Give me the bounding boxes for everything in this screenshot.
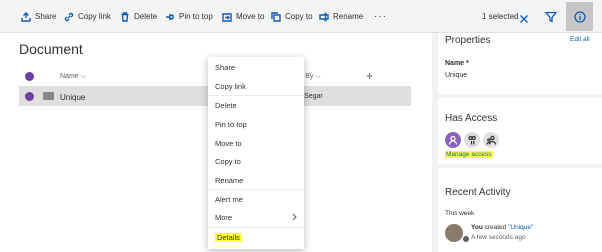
access-avatar-owner[interactable] — [445, 132, 461, 148]
row-name[interactable]: Unique — [60, 93, 85, 102]
close-icon — [520, 15, 528, 23]
column-header-name-label: Name — [60, 73, 79, 80]
activity-actor: You — [471, 224, 483, 231]
filter-icon — [544, 11, 558, 23]
command-bar: Share Copy link Delete Pin to top Move t… — [0, 0, 602, 33]
details-pane-button[interactable] — [566, 2, 593, 31]
menu-item-move-to[interactable]: Move to — [208, 134, 304, 152]
pin-to-top-command-label: Pin to top — [179, 12, 213, 21]
clear-selection-button[interactable] — [519, 11, 529, 23]
activity-timestamp: A few seconds ago — [471, 234, 526, 241]
trash-icon — [121, 11, 129, 22]
menu-item-alert-me-label: Alert me — [215, 194, 243, 204]
avatar — [445, 224, 463, 242]
share-command[interactable]: Share — [21, 0, 56, 33]
person-icon — [448, 135, 458, 145]
access-avatar-visitors[interactable] — [483, 132, 499, 148]
select-all-checkbox[interactable] — [25, 72, 34, 81]
delete-command-label: Delete — [134, 12, 158, 21]
menu-item-rename-label: Rename — [215, 175, 244, 185]
activity-description: You created "Unique" — [471, 224, 533, 231]
move-icon — [222, 12, 232, 22]
rename-command[interactable]: Rename — [319, 0, 363, 33]
recent-activity-title: Recent Activity — [445, 187, 511, 198]
delete-command[interactable]: Delete — [120, 0, 157, 33]
menu-item-alert-me[interactable]: Alert me — [208, 190, 304, 208]
menu-item-details[interactable]: Details — [208, 228, 304, 246]
chevron-down-icon: ⌵ — [315, 73, 321, 80]
manage-access-link[interactable]: Manage access — [445, 151, 493, 158]
details-panel: Properties Edit all Name * Unique Has Ac… — [432, 33, 602, 252]
pin-to-top-command[interactable]: Pin to top — [165, 0, 213, 33]
has-access-section: Has Access Manage access — [438, 98, 602, 164]
link-icon — [64, 12, 74, 21]
rename-command-label: Rename — [333, 12, 364, 21]
copy-link-command-label: Copy link — [78, 12, 111, 21]
access-avatar-members[interactable] — [464, 132, 480, 148]
menu-item-pin-to-top-label: Pin to top — [215, 119, 247, 129]
filter-button[interactable] — [544, 10, 558, 23]
move-to-command-label: Move to — [236, 12, 265, 21]
has-access-title: Has Access — [445, 113, 498, 124]
menu-item-delete[interactable]: Delete — [208, 96, 304, 114]
copy-to-command-label: Copy to — [285, 12, 313, 21]
menu-item-copy-link[interactable]: Copy link — [208, 77, 304, 95]
copy-to-command[interactable]: Copy to — [271, 0, 313, 33]
selected-count: 1 selected — [482, 12, 519, 21]
move-to-command[interactable]: Move to — [222, 0, 264, 33]
menu-item-share-label: Share — [215, 62, 236, 72]
properties-section: Properties Edit all Name * Unique — [438, 33, 602, 94]
name-field-value[interactable]: Unique — [445, 72, 467, 79]
share-icon — [21, 11, 31, 22]
activity-type-icon — [463, 236, 469, 242]
menu-item-rename[interactable]: Rename — [208, 171, 304, 189]
menu-item-pin-to-top[interactable]: Pin to top — [208, 115, 304, 133]
edit-all-link[interactable]: Edit all — [570, 36, 590, 43]
menu-item-details-label: Details — [215, 232, 242, 242]
pin-icon — [166, 13, 174, 20]
copy-icon — [271, 11, 281, 22]
activity-item-link[interactable]: "Unique" — [508, 224, 533, 231]
menu-item-move-to-label: Move to — [215, 138, 242, 148]
properties-title: Properties — [445, 35, 491, 46]
name-field-label: Name * — [445, 60, 469, 67]
row-checkbox[interactable] — [25, 92, 34, 101]
more-commands-button[interactable]: ··· — [374, 0, 387, 33]
recent-activity-section: Recent Activity This week You created "U… — [438, 168, 602, 252]
menu-item-more[interactable]: More — [208, 208, 304, 226]
add-column-button[interactable]: + — [366, 69, 373, 83]
people-icon — [486, 135, 496, 145]
info-icon — [573, 10, 586, 23]
menu-item-copy-link-label: Copy link — [215, 81, 246, 91]
people-icon — [468, 135, 476, 145]
chevron-right-icon — [292, 213, 297, 221]
menu-item-more-label: More — [215, 212, 233, 222]
chevron-down-icon: ⌵ — [80, 73, 86, 80]
share-command-label: Share — [35, 12, 57, 21]
activity-action: created — [484, 224, 507, 231]
copy-link-command[interactable]: Copy link — [64, 0, 111, 33]
menu-item-delete-label: Delete — [215, 100, 237, 110]
folder-icon — [43, 92, 54, 100]
menu-item-share[interactable]: Share — [208, 58, 304, 76]
menu-item-copy-to-label: Copy to — [215, 156, 241, 166]
column-header-name[interactable]: Name ⌵ — [60, 73, 86, 81]
menu-item-copy-to[interactable]: Copy to — [208, 152, 304, 170]
context-menu: Share Copy link Delete Pin to top Move t… — [208, 57, 304, 249]
activity-period-label: This week — [445, 210, 475, 217]
page-title: Document — [19, 41, 83, 57]
rename-icon — [319, 12, 329, 21]
